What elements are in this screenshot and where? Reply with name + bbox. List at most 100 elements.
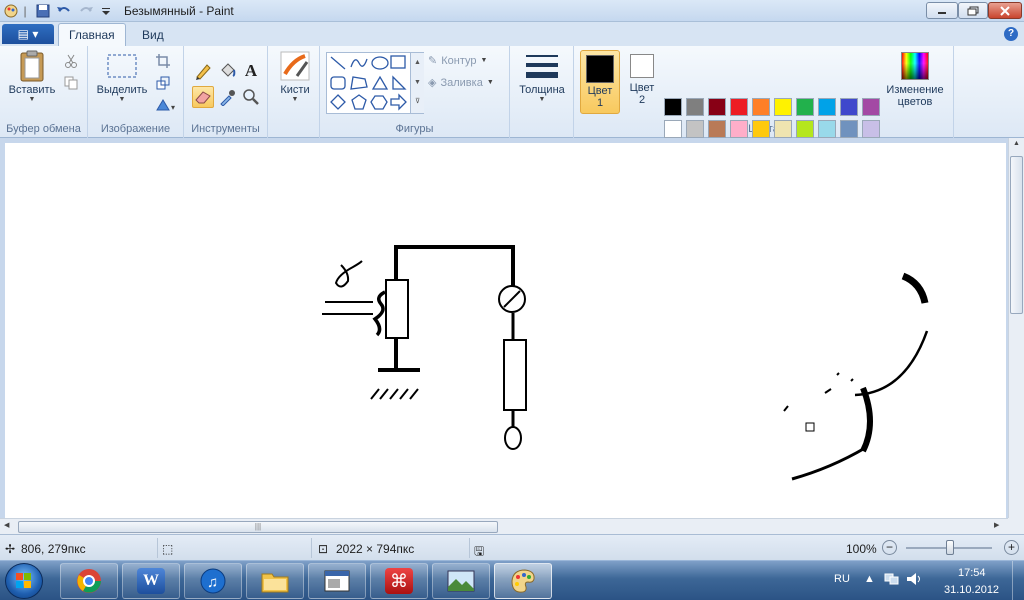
redo-icon[interactable]	[78, 3, 94, 19]
edit-colors-button[interactable]: Изменение цветов	[882, 50, 948, 108]
detector-rectangle	[385, 279, 409, 339]
color-swatch[interactable]	[774, 98, 792, 116]
outline-dropdown-icon: ▼	[480, 57, 488, 64]
close-button[interactable]	[988, 2, 1022, 19]
clock-time[interactable]: 17:54	[958, 567, 986, 579]
minimize-button[interactable]	[926, 2, 958, 19]
vertical-scroll-thumb[interactable]	[1010, 156, 1023, 314]
color1-button[interactable]: Цвет 1	[580, 50, 620, 114]
customize-qat-icon[interactable]	[98, 3, 114, 19]
color-swatch[interactable]	[730, 120, 748, 138]
taskbar-chrome[interactable]	[60, 563, 118, 599]
magnifier-icon[interactable]	[240, 86, 262, 108]
paste-dropdown-icon: ▼	[28, 96, 36, 103]
color-swatch[interactable]	[840, 120, 858, 138]
taskbar-word[interactable]: W	[122, 563, 180, 599]
color-swatch[interactable]	[752, 98, 770, 116]
tools-group-label: Инструменты	[191, 123, 260, 135]
diamond-shape-icon	[330, 94, 346, 110]
color-swatch[interactable]	[862, 120, 880, 138]
ray-arrow	[372, 290, 386, 337]
scroll-up-icon[interactable]: ▲	[1009, 140, 1024, 147]
crop-icon[interactable]	[154, 52, 172, 70]
taskbar-window[interactable]	[308, 563, 366, 599]
zoom-slider-thumb[interactable]	[946, 540, 954, 555]
zoom-in-button[interactable]: +	[1004, 540, 1019, 555]
color-swatch[interactable]	[664, 98, 682, 116]
color-swatch[interactable]	[686, 120, 704, 138]
color-swatch[interactable]	[796, 98, 814, 116]
resize-icon[interactable]	[154, 74, 172, 92]
ribbon: Вставить ▼ Буфер обмена Выделить ▼ ▾ Изо…	[0, 46, 1024, 160]
language-indicator[interactable]: RU	[834, 573, 850, 585]
horizontal-scrollbar[interactable]: ◀ ||| ▶	[0, 518, 1008, 534]
copy-icon[interactable]	[62, 74, 80, 92]
select-button[interactable]: Выделить ▼	[94, 50, 150, 103]
help-icon[interactable]: ?	[1004, 27, 1018, 41]
zoom-out-button[interactable]: −	[882, 540, 897, 555]
save-icon[interactable]	[35, 3, 51, 19]
svg-text:▾: ▾	[171, 103, 175, 112]
color-swatch[interactable]	[664, 120, 682, 138]
gallery-more-icon[interactable]: ⊽	[411, 93, 424, 111]
acrobat-icon: ⌘	[385, 568, 413, 594]
vertical-scrollbar[interactable]: ▲	[1008, 138, 1024, 518]
triangle-shape-icon	[371, 75, 389, 90]
color-swatch[interactable]	[774, 120, 792, 138]
outline-label: Контур	[441, 54, 477, 67]
drawing-canvas[interactable]	[5, 143, 1006, 518]
fill-bucket-icon[interactable]	[216, 60, 238, 82]
color-swatch[interactable]	[730, 98, 748, 116]
pencil-icon[interactable]	[192, 60, 214, 82]
color-swatch[interactable]	[752, 120, 770, 138]
photos-icon	[447, 570, 475, 592]
color-swatch[interactable]	[840, 98, 858, 116]
paint-app-icon[interactable]	[3, 3, 19, 19]
volume-icon[interactable]	[906, 572, 922, 589]
color-swatch[interactable]	[818, 98, 836, 116]
eraser-icon[interactable]	[192, 86, 214, 108]
cursor-box	[805, 422, 815, 432]
color-picker-icon[interactable]	[216, 86, 238, 108]
tab-view[interactable]: Вид	[132, 23, 174, 46]
text-tool-icon[interactable]: A	[240, 60, 262, 82]
scroll-right-icon[interactable]: ▶	[994, 521, 999, 529]
brushes-button[interactable]: Кисти ▼	[274, 50, 316, 103]
color-swatch[interactable]	[818, 120, 836, 138]
undo-icon[interactable]	[56, 3, 72, 19]
image-group: Выделить ▼ ▾ Изображение	[88, 46, 184, 138]
taskbar-acrobat[interactable]: ⌘	[370, 563, 428, 599]
color-swatch[interactable]	[862, 98, 880, 116]
gallery-down-icon[interactable]: ▼	[411, 73, 424, 93]
network-icon[interactable]	[884, 572, 900, 589]
show-desktop-button[interactable]	[1012, 561, 1024, 600]
color-swatch[interactable]	[686, 98, 704, 116]
file-menu-button[interactable]: ▤ ▾	[2, 24, 54, 44]
clock-date[interactable]: 31.10.2012	[944, 584, 999, 596]
cut-icon[interactable]	[62, 52, 80, 70]
taskbar-photos[interactable]	[432, 563, 490, 599]
taskbar-itunes[interactable]: ♫	[184, 563, 242, 599]
tab-home[interactable]: Главная	[58, 23, 126, 46]
horizontal-scroll-thumb[interactable]: |||	[18, 521, 498, 533]
restore-button[interactable]	[958, 2, 988, 19]
paste-label: Вставить	[8, 84, 56, 96]
paste-button[interactable]: Вставить ▼	[4, 50, 60, 103]
outline-button[interactable]: ✎ Контур ▼	[428, 54, 488, 68]
paint-icon	[511, 569, 535, 593]
fill-button[interactable]: ◈ Заливка ▼	[428, 76, 494, 90]
color-swatch[interactable]	[708, 98, 726, 116]
start-button[interactable]	[5, 563, 43, 599]
show-hidden-icons-icon[interactable]: ▲	[864, 573, 875, 585]
color2-button[interactable]: Цвет 2	[624, 50, 660, 114]
size-button[interactable]: Толщина ▼	[514, 50, 570, 103]
shapes-group-label: Фигуры	[395, 123, 434, 135]
taskbar-explorer[interactable]	[246, 563, 304, 599]
taskbar-paint[interactable]	[494, 563, 552, 599]
scroll-left-icon[interactable]: ◀	[4, 521, 9, 529]
rotate-icon[interactable]: ▾	[154, 96, 178, 114]
color-swatch[interactable]	[796, 120, 814, 138]
gallery-up-icon[interactable]: ▲	[411, 53, 424, 73]
color-swatch[interactable]	[708, 120, 726, 138]
shapes-gallery-scroll[interactable]: ▲ ▼ ⊽	[410, 53, 424, 113]
